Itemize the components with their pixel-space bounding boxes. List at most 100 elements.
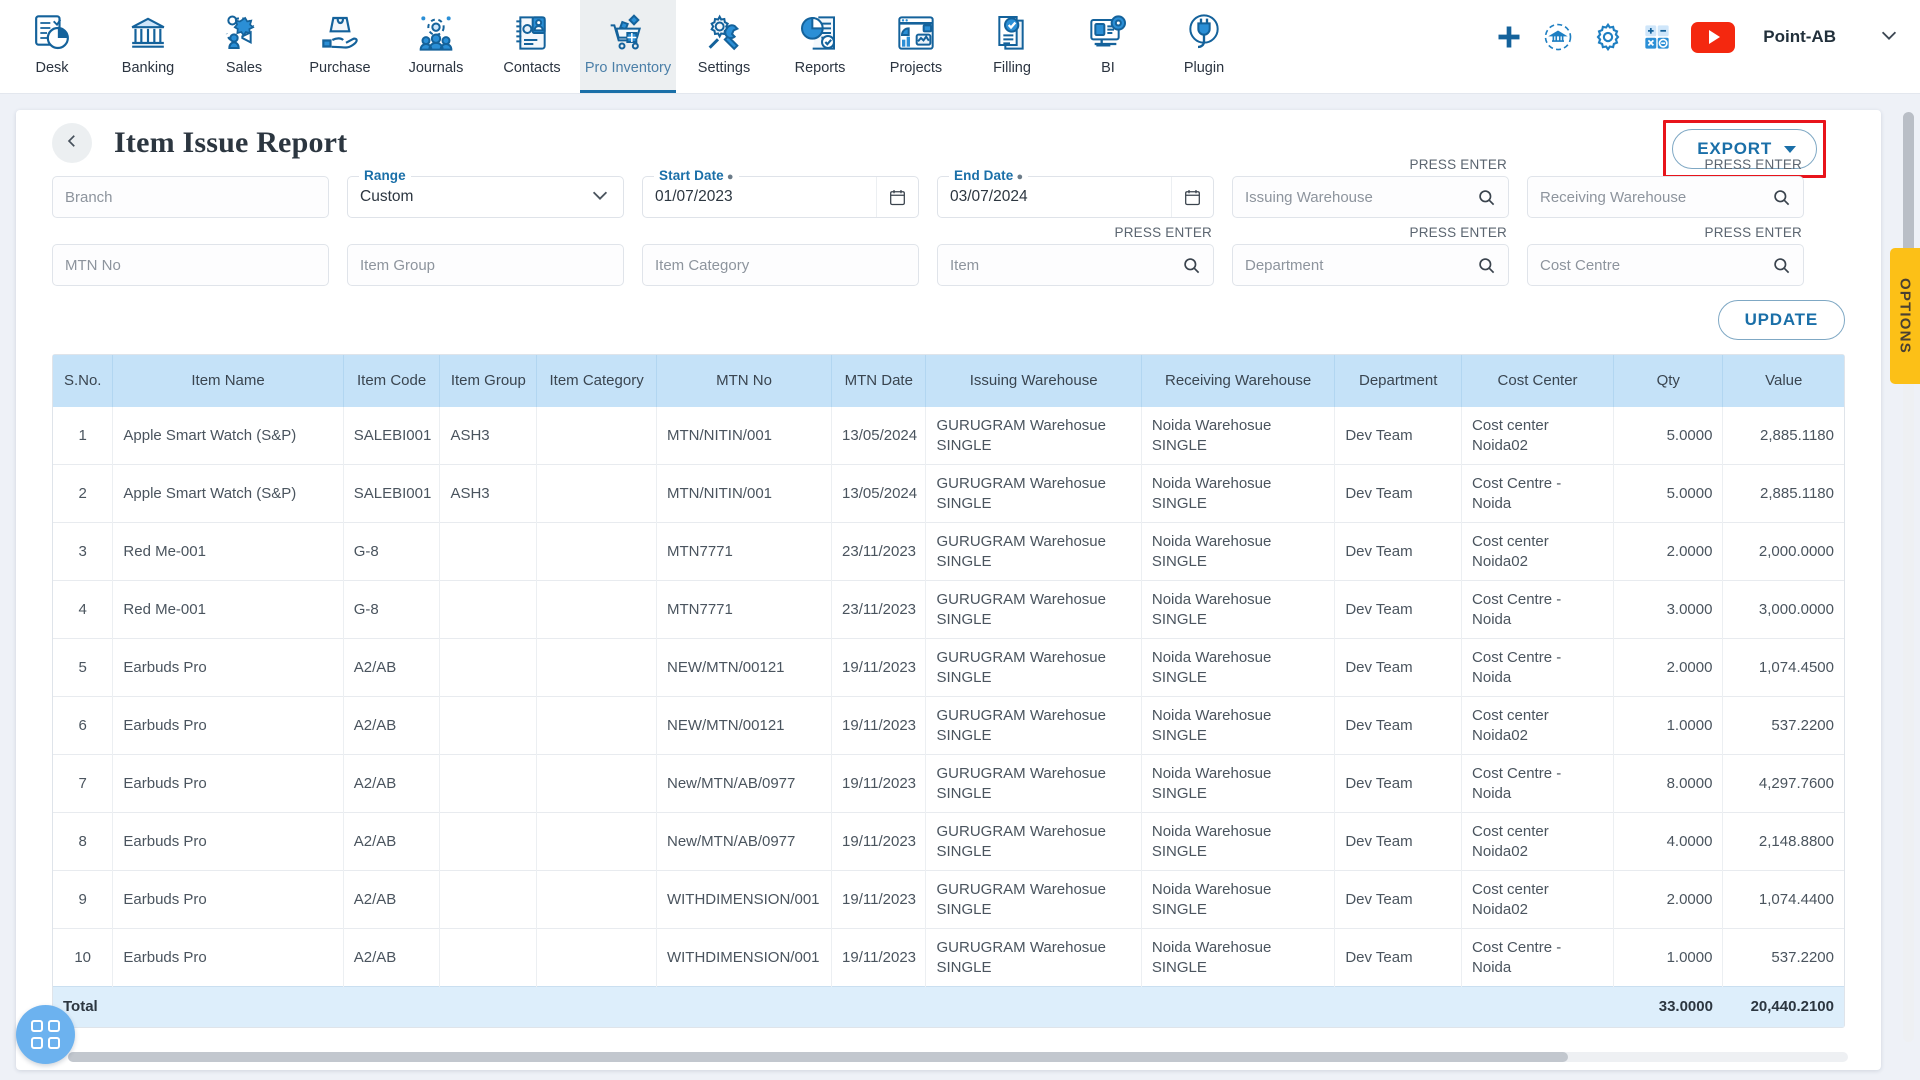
cell-sno: 9 (53, 870, 114, 929)
table-row[interactable]: 7 Earbuds Pro A2/AB New/MTN/AB/0977 19/11/20… (53, 754, 1844, 813)
item-field[interactable]: Item (937, 244, 1214, 286)
item-group-field[interactable]: Item Group (347, 244, 624, 286)
cell-department: Dev Team (1334, 638, 1463, 697)
nav-item-sales[interactable]: Sales (196, 0, 292, 93)
settings-tools-icon (704, 10, 744, 56)
col-header-item-category[interactable]: Item Category (536, 355, 657, 407)
branch-field[interactable]: Branch (52, 176, 329, 218)
nav-item-projects[interactable]: Projects (868, 0, 964, 93)
item-category-field[interactable]: Item Category (642, 244, 919, 286)
total-row: Total 33.0000 20,440.2100 (53, 986, 1844, 1027)
calendar-icon[interactable] (876, 177, 918, 217)
table-row[interactable]: 5 Earbuds Pro A2/AB NEW/MTN/00121 19/11/2023… (53, 638, 1844, 697)
search-icon[interactable] (1182, 256, 1201, 275)
nav-item-desk[interactable]: Desk (4, 0, 100, 93)
table-row[interactable]: 2 Apple Smart Watch (S&P) SALEBI001 ASH3 MTN… (53, 464, 1844, 523)
press-enter-hint: PRESS ENTER (1409, 225, 1507, 240)
search-icon[interactable] (1772, 256, 1791, 275)
nav-item-contacts[interactable]: Contacts (484, 0, 580, 93)
cell-mtn-no: MTN/NITIN/001 (656, 464, 833, 523)
col-header-mtn-no[interactable]: MTN No (656, 355, 833, 407)
chevron-down-icon[interactable] (589, 184, 611, 210)
plus-icon[interactable] (1495, 23, 1523, 51)
cell-receiving-warehouse: Noida Warehosue SINGLE (1141, 580, 1336, 639)
col-header-item-code[interactable]: Item Code (343, 355, 441, 407)
cell-mtn-date: 13/05/2024 (831, 407, 927, 465)
calculator-icon[interactable] (1643, 23, 1671, 51)
nav-item-plugin[interactable]: Plugin (1156, 0, 1252, 93)
cell-mtn-date: 19/11/2023 (831, 638, 927, 697)
cell-mtn-date: 19/11/2023 (831, 870, 927, 929)
table-row[interactable]: 4 Red Me-001 G-8 MTN7771 23/11/2023 GURUGRAM … (53, 580, 1844, 639)
nav-item-reports[interactable]: Reports (772, 0, 868, 93)
update-button[interactable]: UPDATE (1717, 300, 1845, 340)
item-category-placeholder: Item Category (655, 256, 750, 274)
nav-item-journals[interactable]: Journals (388, 0, 484, 93)
cost-centre-field[interactable]: Cost Centre (1527, 244, 1804, 286)
search-icon[interactable] (1477, 256, 1496, 275)
youtube-icon[interactable] (1691, 21, 1736, 53)
mtn-no-field[interactable]: MTN No (52, 244, 329, 286)
nav-item-filling[interactable]: Filling (964, 0, 1060, 93)
filter-row-2: MTN No Item Group Item Category PRESS ENTER… (52, 225, 1845, 286)
item-issue-table: S.No. Item Name Item Code Item Group Item Ca… (53, 355, 1844, 1027)
col-header-cost-center[interactable]: Cost Center (1461, 355, 1615, 407)
nav-item-banking[interactable]: Banking (100, 0, 196, 93)
cell-qty: 5.0000 (1613, 464, 1724, 523)
col-header-value[interactable]: Value (1722, 355, 1844, 407)
search-icon[interactable] (1477, 188, 1496, 207)
nav-item-purchase[interactable]: Purchase (292, 0, 388, 93)
cell-issuing-warehouse: GURUGRAM Warehosue SINGLE (925, 407, 1142, 465)
cell-cost-center: Cost center Noida02 (1461, 812, 1615, 871)
cell-sno: 10 (53, 928, 114, 987)
table-row[interactable]: 1 Apple Smart Watch (S&P) SALEBI001 ASH3 MTN… (53, 407, 1844, 465)
nav-item-pro-inventory[interactable]: Pro Inventory (580, 0, 676, 93)
col-header-department[interactable]: Department (1334, 355, 1463, 407)
col-header-mtn-date[interactable]: MTN Date (831, 355, 927, 407)
table-row[interactable]: 9 Earbuds Pro A2/AB WITHDIMENSION/001 19/11/… (53, 870, 1844, 929)
apps-grid-fab[interactable] (16, 1005, 75, 1064)
range-label: Range (359, 168, 411, 183)
col-header-receiving-warehouse[interactable]: Receiving Warehouse (1141, 355, 1336, 407)
cell-mtn-no: New/MTN/AB/0977 (656, 754, 833, 813)
col-header-s-no[interactable]: S.No. (53, 355, 114, 407)
cell-value: 537.2200 (1722, 928, 1844, 987)
range-field[interactable]: Range Custom (347, 168, 624, 218)
cell-cost-center: Cost Centre - Noida (1461, 754, 1615, 813)
grid-apps-icon (31, 1020, 60, 1049)
filters-panel: Branch Range Custom Start Date ● 01/07/2023 E… (16, 157, 1881, 286)
table-row[interactable]: 10 Earbuds Pro A2/AB WITHDIMENSION/001 19/11… (53, 928, 1844, 987)
cell-item-code: G-8 (343, 580, 441, 639)
gear-icon[interactable] (1593, 22, 1623, 52)
col-header-item-group[interactable]: Item Group (439, 355, 538, 407)
bank-sync-icon[interactable] (1543, 22, 1573, 52)
horizontal-scrollbar[interactable] (68, 1052, 1848, 1062)
end-date-field[interactable]: End Date ● 03/07/2024 (937, 168, 1214, 218)
dashboard-icon (32, 10, 72, 56)
cell-sno: 5 (53, 638, 114, 697)
receiving-warehouse-field[interactable]: Receiving Warehouse (1527, 176, 1804, 218)
cell-item-code: A2/AB (343, 638, 441, 697)
filter-cell-mtn-no: MTN No (52, 244, 329, 286)
cell-cost-center: Cost Centre - Noida (1461, 928, 1615, 987)
search-icon[interactable] (1772, 188, 1791, 207)
filter-cell-range: Range Custom (347, 168, 624, 218)
back-button[interactable] (52, 123, 92, 163)
nav-item-settings[interactable]: Settings (676, 0, 772, 93)
options-side-tab[interactable]: OPTIONS (1890, 248, 1920, 384)
department-field[interactable]: Department (1232, 244, 1509, 286)
nav-item-bi[interactable]: BI (1060, 0, 1156, 93)
cell-department: Dev Team (1334, 870, 1463, 929)
start-date-field[interactable]: Start Date ● 01/07/2023 (642, 168, 919, 218)
col-header-item-name[interactable]: Item Name (112, 355, 344, 407)
table-row[interactable]: 3 Red Me-001 G-8 MTN7771 23/11/2023 GURUGRAM … (53, 522, 1844, 581)
issuing-warehouse-field[interactable]: Issuing Warehouse (1232, 176, 1509, 218)
calendar-icon[interactable] (1171, 177, 1213, 217)
chevron-down-icon[interactable] (1878, 24, 1900, 51)
cell-value: 537.2200 (1722, 696, 1844, 755)
table-row[interactable]: 8 Earbuds Pro A2/AB New/MTN/AB/0977 19/11/20… (53, 812, 1844, 871)
horizontal-scrollbar-thumb[interactable] (68, 1052, 1568, 1062)
col-header-qty[interactable]: Qty (1613, 355, 1724, 407)
col-header-issuing-warehouse[interactable]: Issuing Warehouse (925, 355, 1142, 407)
table-row[interactable]: 6 Earbuds Pro A2/AB NEW/MTN/00121 19/11/2023… (53, 696, 1844, 755)
